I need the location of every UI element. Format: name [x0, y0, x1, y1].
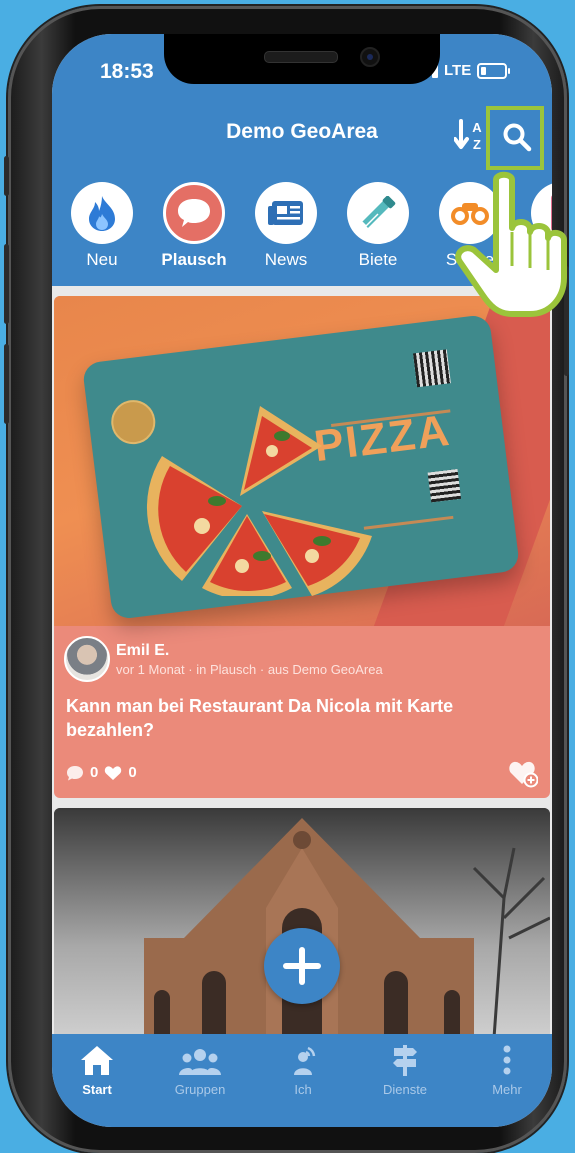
- battery-icon: [477, 62, 511, 79]
- post-stats: 0 0: [66, 764, 137, 781]
- volume-up-button: [4, 244, 9, 324]
- comment-count: 0: [90, 764, 99, 781]
- meta-separator: ·: [188, 661, 193, 677]
- add-like-icon[interactable]: [508, 758, 538, 788]
- category-label: Biete: [358, 250, 398, 269]
- sort-letter-a: A: [472, 120, 482, 135]
- tab-label: Dienste: [382, 1082, 428, 1097]
- bottom-tab-bar: Start Gruppen Ich Dienste Mehr: [52, 1034, 552, 1127]
- tab-label: Gruppen: [174, 1082, 226, 1097]
- more-vertical-icon: [503, 1045, 511, 1075]
- pointer-hand-icon: [455, 171, 567, 317]
- category-news-circle: [255, 182, 317, 244]
- post-title[interactable]: Kann man bei Restaurant Da Nicola mit Ka…: [66, 694, 536, 742]
- pizza-graphic: [146, 406, 372, 596]
- post-age: vor 1 Monat: [116, 661, 185, 677]
- signpost-icon: [393, 1045, 417, 1076]
- post-image: PIZZA: [54, 296, 550, 626]
- status-indicators: LTE: [432, 62, 511, 79]
- mute-switch: [4, 156, 9, 196]
- tab-start[interactable]: Start: [52, 1042, 142, 1097]
- avatar[interactable]: [64, 636, 110, 682]
- meta-separator: ·: [259, 661, 265, 677]
- tab-gruppen[interactable]: Gruppen: [155, 1042, 245, 1097]
- post-author[interactable]: Emil E. vor 1 Monat · in Plausch · aus D…: [64, 636, 383, 682]
- users-icon: [179, 1049, 221, 1075]
- tab-label: Start: [82, 1082, 112, 1097]
- notch: [164, 34, 440, 84]
- like-count: 0: [128, 764, 137, 781]
- category-label: Neu: [86, 250, 118, 269]
- category-label: News: [264, 250, 308, 269]
- speaker: [264, 51, 338, 63]
- search-icon[interactable]: [502, 122, 532, 152]
- category-plausch-circle: [163, 182, 225, 244]
- qr-code-icon: [427, 468, 462, 503]
- sort-icon[interactable]: A Z: [454, 118, 486, 152]
- tab-label: Ich: [294, 1082, 312, 1097]
- add-post-button[interactable]: [264, 928, 340, 1004]
- category-biete[interactable]: Biete: [340, 182, 416, 270]
- post-card[interactable]: PIZZA Emil E. vor 1 Monat · in Plausch ·…: [54, 296, 550, 798]
- tab-mehr[interactable]: Mehr: [462, 1042, 552, 1097]
- tab-ich[interactable]: Ich: [258, 1042, 348, 1097]
- sort-letter-z: Z: [473, 137, 481, 152]
- tab-label: Mehr: [492, 1082, 522, 1097]
- author-info: Emil E. vor 1 Monat · in Plausch · aus D…: [116, 642, 383, 677]
- post-area[interactable]: aus Demo GeoArea: [268, 662, 383, 677]
- network-type: LTE: [444, 62, 472, 79]
- category-neu[interactable]: Neu: [64, 182, 140, 270]
- category-label: Plausch: [161, 250, 227, 269]
- post-meta: vor 1 Monat · in Plausch · aus Demo GeoA…: [116, 662, 383, 677]
- flame-icon: [89, 196, 115, 231]
- card-line: [363, 515, 454, 530]
- saw-icon: [361, 196, 396, 228]
- author-name[interactable]: Emil E.: [116, 642, 383, 660]
- comment-icon[interactable]: [66, 765, 84, 781]
- status-time: 18:53: [100, 60, 154, 83]
- profile-broadcast-icon: [294, 1046, 316, 1075]
- volume-down-button: [4, 344, 9, 424]
- newspaper-icon: [268, 201, 303, 225]
- qr-code-icon: [413, 349, 451, 388]
- plus-icon: [283, 947, 321, 985]
- category-plausch[interactable]: Plausch: [156, 182, 232, 270]
- chat-bubble-icon: [178, 199, 210, 227]
- heart-icon[interactable]: [104, 765, 122, 781]
- category-neu-circle: [71, 182, 133, 244]
- category-biete-circle: [347, 182, 409, 244]
- home-icon: [81, 1046, 113, 1075]
- camera: [360, 47, 380, 67]
- category-news[interactable]: News: [248, 182, 324, 270]
- post-category[interactable]: in Plausch: [196, 662, 256, 677]
- tab-dienste[interactable]: Dienste: [360, 1042, 450, 1097]
